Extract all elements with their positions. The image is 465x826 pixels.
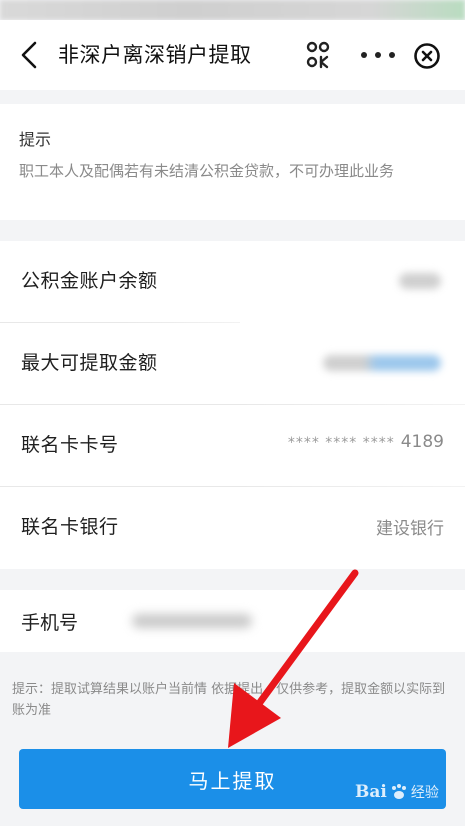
watermark-suffix: 经验	[410, 785, 439, 801]
card-bank-row: 联名卡银行 建设银行	[0, 487, 465, 569]
more-button[interactable]	[361, 44, 395, 66]
phone-label: 手机号	[21, 612, 79, 634]
account-info-card: 公积金账户余额 最大可提取金额 联名卡卡号 **** **** **** 4189…	[0, 241, 465, 569]
phone-row: 手机号	[0, 590, 465, 652]
card-number-last4: 4189	[400, 432, 444, 452]
card-number-value: **** **** **** 4189	[288, 432, 444, 452]
balance-row: 公积金账户余额	[0, 241, 465, 323]
paw-icon	[391, 784, 406, 799]
disclaimer-text: 提示：提取试算结果以账户当前情 依据提出，仅供参考，提取金额以实际到账为准	[12, 682, 446, 718]
card-number-mask: **** **** ****	[287, 435, 395, 451]
notice-title: 提示	[19, 130, 52, 149]
notice-text: 职工本人及配偶若有未结清公积金贷款，不可办理此业务	[19, 162, 395, 180]
more-dot	[389, 52, 395, 58]
scan-icon	[306, 41, 330, 69]
watermark-brand: Bai	[355, 782, 387, 802]
more-dots-icon	[361, 52, 367, 58]
balance-value-redacted	[399, 273, 441, 289]
close-circle-icon	[414, 43, 440, 69]
card-number-row: 联名卡卡号 **** **** **** 4189	[0, 405, 465, 487]
card-number-label: 联名卡卡号	[21, 434, 119, 456]
page-title: 非深户离深销户提取	[58, 43, 252, 67]
max-withdraw-value-redacted	[323, 355, 441, 371]
scan-button[interactable]	[305, 40, 331, 70]
status-bar	[0, 0, 465, 20]
max-withdraw-label: 最大可提取金额	[21, 352, 158, 374]
back-button[interactable]	[14, 36, 44, 74]
notice-card: 提示 职工本人及配偶若有未结清公积金贷款，不可办理此业务	[0, 104, 465, 220]
chevron-left-icon	[21, 41, 37, 69]
card-bank-value: 建设银行	[376, 519, 444, 539]
baidu-jingyan-watermark: Bai 经验	[355, 772, 455, 812]
max-withdraw-row: 最大可提取金额	[0, 323, 465, 405]
close-button[interactable]	[413, 42, 441, 70]
phone-value-redacted	[132, 614, 252, 628]
navigation-bar: 非深户离深销户提取	[0, 20, 465, 90]
app-screen: 非深户离深销户提取 提示 职工本人及配偶若有未结清公积金贷款，不可办理此业务 公…	[0, 0, 465, 826]
more-dot	[375, 52, 381, 58]
balance-label: 公积金账户余额	[21, 270, 158, 292]
card-bank-label: 联名卡银行	[21, 516, 119, 538]
